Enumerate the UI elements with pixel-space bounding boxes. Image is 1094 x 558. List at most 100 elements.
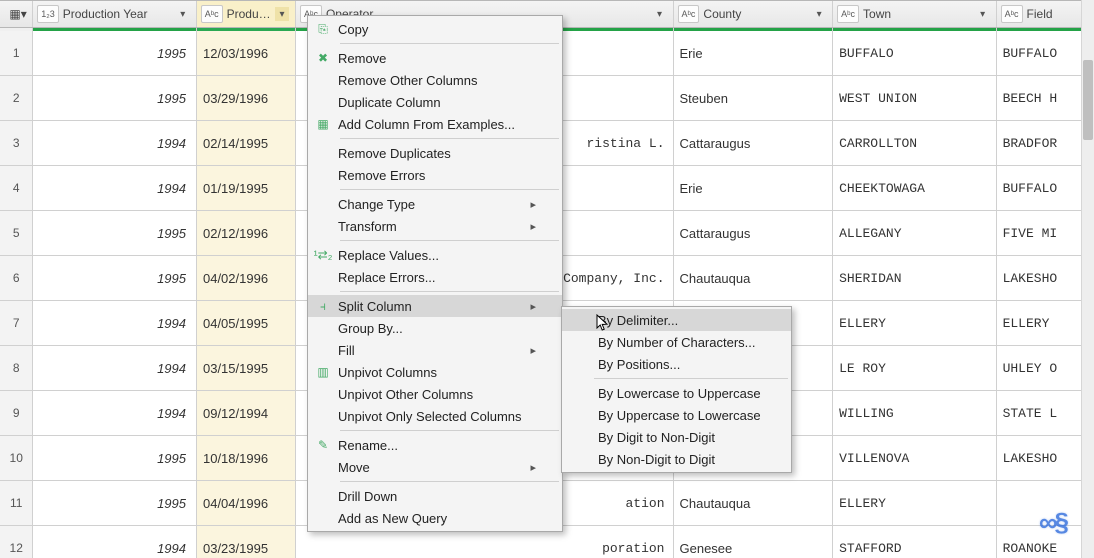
- cell-year[interactable]: 1994: [33, 391, 197, 435]
- cell-county[interactable]: Cattaraugus: [674, 121, 834, 165]
- cell-year[interactable]: 1995: [33, 436, 197, 480]
- cell-field[interactable]: BEECH H: [997, 76, 1094, 120]
- cell-field[interactable]: LAKESHO: [997, 436, 1094, 480]
- cell-date[interactable]: 03/15/1995: [197, 346, 296, 390]
- menu-item[interactable]: Replace Errors...: [308, 266, 562, 288]
- menu-item[interactable]: ¹⇄₂Replace Values...: [308, 244, 562, 266]
- row-number[interactable]: 7: [0, 301, 33, 345]
- submenu-item[interactable]: By Lowercase to Uppercase: [562, 382, 791, 404]
- cell-year[interactable]: 1994: [33, 121, 197, 165]
- menu-item[interactable]: ⫞Split Column: [308, 295, 562, 317]
- cell-field[interactable]: FIVE MI: [997, 211, 1094, 255]
- cell-town[interactable]: CHEEKTOWAGA: [833, 166, 996, 210]
- cell-field[interactable]: LAKESHO: [997, 256, 1094, 300]
- submenu-item[interactable]: By Digit to Non-Digit: [562, 426, 791, 448]
- cell-county[interactable]: Genesee: [674, 526, 834, 558]
- filter-icon[interactable]: ▾: [275, 7, 289, 21]
- filter-icon[interactable]: ▾: [176, 7, 190, 21]
- filter-icon[interactable]: ▾: [976, 7, 990, 21]
- menu-item[interactable]: Group By...: [308, 317, 562, 339]
- cell-county[interactable]: Erie: [674, 166, 834, 210]
- menu-item[interactable]: Move: [308, 456, 562, 478]
- cell-year[interactable]: 1994: [33, 346, 197, 390]
- column-header-town[interactable]: Aᵇc Town ▾: [833, 1, 997, 27]
- cell-date[interactable]: 12/03/1996: [197, 31, 296, 75]
- cell-year[interactable]: 1994: [33, 166, 197, 210]
- row-number[interactable]: 6: [0, 256, 33, 300]
- cell-town[interactable]: ELLERY: [833, 301, 996, 345]
- menu-item[interactable]: Transform: [308, 215, 562, 237]
- filter-icon[interactable]: ▾: [653, 7, 667, 21]
- select-all-corner[interactable]: ▦▾: [0, 1, 33, 27]
- menu-item[interactable]: Remove Duplicates: [308, 142, 562, 164]
- cell-county[interactable]: Chautauqua: [674, 256, 834, 300]
- row-number[interactable]: 1: [0, 31, 33, 75]
- cell-field[interactable]: BUFFALO: [997, 166, 1094, 210]
- row-number[interactable]: 4: [0, 166, 33, 210]
- menu-item[interactable]: Remove Other Columns: [308, 69, 562, 91]
- cell-town[interactable]: ALLEGANY: [833, 211, 996, 255]
- menu-item[interactable]: ⎘Copy: [308, 18, 562, 40]
- cell-field[interactable]: ELLERY: [997, 301, 1094, 345]
- scrollbar-thumb[interactable]: [1083, 60, 1093, 140]
- row-number[interactable]: 11: [0, 481, 33, 525]
- cell-date[interactable]: 02/14/1995: [197, 121, 296, 165]
- row-number[interactable]: 8: [0, 346, 33, 390]
- cell-county[interactable]: Cattaraugus: [674, 211, 834, 255]
- split-column-submenu[interactable]: By Delimiter...By Number of Characters..…: [561, 306, 792, 473]
- submenu-item[interactable]: By Number of Characters...: [562, 331, 791, 353]
- menu-item[interactable]: Fill: [308, 339, 562, 361]
- cell-town[interactable]: LE ROY: [833, 346, 996, 390]
- cell-field[interactable]: ROANOKE: [997, 526, 1094, 558]
- cell-town[interactable]: SHERIDAN: [833, 256, 996, 300]
- cell-year[interactable]: 1995: [33, 211, 197, 255]
- cell-town[interactable]: WILLING: [833, 391, 996, 435]
- row-number[interactable]: 3: [0, 121, 33, 165]
- menu-item[interactable]: Add as New Query: [308, 507, 562, 529]
- cell-year[interactable]: 1995: [33, 31, 197, 75]
- cell-date[interactable]: 03/23/1995: [197, 526, 296, 558]
- column-context-menu[interactable]: ⎘Copy ✖RemoveRemove Other ColumnsDuplicat…: [307, 15, 563, 532]
- cell-town[interactable]: WEST UNION: [833, 76, 996, 120]
- row-number[interactable]: 10: [0, 436, 33, 480]
- cell-town[interactable]: STAFFORD: [833, 526, 996, 558]
- menu-item[interactable]: Duplicate Column: [308, 91, 562, 113]
- cell-county[interactable]: Erie: [674, 31, 834, 75]
- column-header-year[interactable]: 1₂3 Production Year ▾: [33, 1, 197, 27]
- cell-year[interactable]: 1995: [33, 256, 197, 300]
- menu-item[interactable]: Unpivot Only Selected Columns: [308, 405, 562, 427]
- column-header-field[interactable]: Aᵇc Field: [997, 1, 1094, 27]
- cell-date[interactable]: 09/12/1994: [197, 391, 296, 435]
- filter-icon[interactable]: ▾: [812, 7, 826, 21]
- submenu-item[interactable]: By Uppercase to Lowercase: [562, 404, 791, 426]
- menu-item[interactable]: Unpivot Other Columns: [308, 383, 562, 405]
- cell-field[interactable]: UHLEY O: [997, 346, 1094, 390]
- cell-date[interactable]: 02/12/1996: [197, 211, 296, 255]
- cell-date[interactable]: 04/04/1996: [197, 481, 296, 525]
- cell-year[interactable]: 1995: [33, 481, 197, 525]
- column-header-county[interactable]: Aᵇc County ▾: [674, 1, 834, 27]
- cell-field[interactable]: BRADFOR: [997, 121, 1094, 165]
- cell-field[interactable]: [997, 481, 1094, 525]
- submenu-item[interactable]: By Delimiter...: [562, 309, 791, 331]
- cell-town[interactable]: ELLERY: [833, 481, 996, 525]
- cell-county[interactable]: Steuben: [674, 76, 834, 120]
- cell-date[interactable]: 04/02/1996: [197, 256, 296, 300]
- row-number[interactable]: 9: [0, 391, 33, 435]
- submenu-item[interactable]: By Non-Digit to Digit: [562, 448, 791, 470]
- vertical-scrollbar[interactable]: [1081, 0, 1094, 558]
- menu-item[interactable]: ▦Add Column From Examples...: [308, 113, 562, 135]
- cell-year[interactable]: 1995: [33, 76, 197, 120]
- cell-town[interactable]: VILLENOVA: [833, 436, 996, 480]
- menu-item[interactable]: Drill Down: [308, 485, 562, 507]
- cell-date[interactable]: 03/29/1996: [197, 76, 296, 120]
- row-number[interactable]: 2: [0, 76, 33, 120]
- cell-town[interactable]: CARROLLTON: [833, 121, 996, 165]
- cell-field[interactable]: BUFFALO: [997, 31, 1094, 75]
- menu-item[interactable]: ✖Remove: [308, 47, 562, 69]
- menu-item[interactable]: Change Type: [308, 193, 562, 215]
- cell-field[interactable]: STATE L: [997, 391, 1094, 435]
- cell-town[interactable]: BUFFALO: [833, 31, 996, 75]
- column-header-date-entered[interactable]: Aᵇc Production Date Entered ▾: [197, 1, 296, 27]
- menu-item[interactable]: ▥Unpivot Columns: [308, 361, 562, 383]
